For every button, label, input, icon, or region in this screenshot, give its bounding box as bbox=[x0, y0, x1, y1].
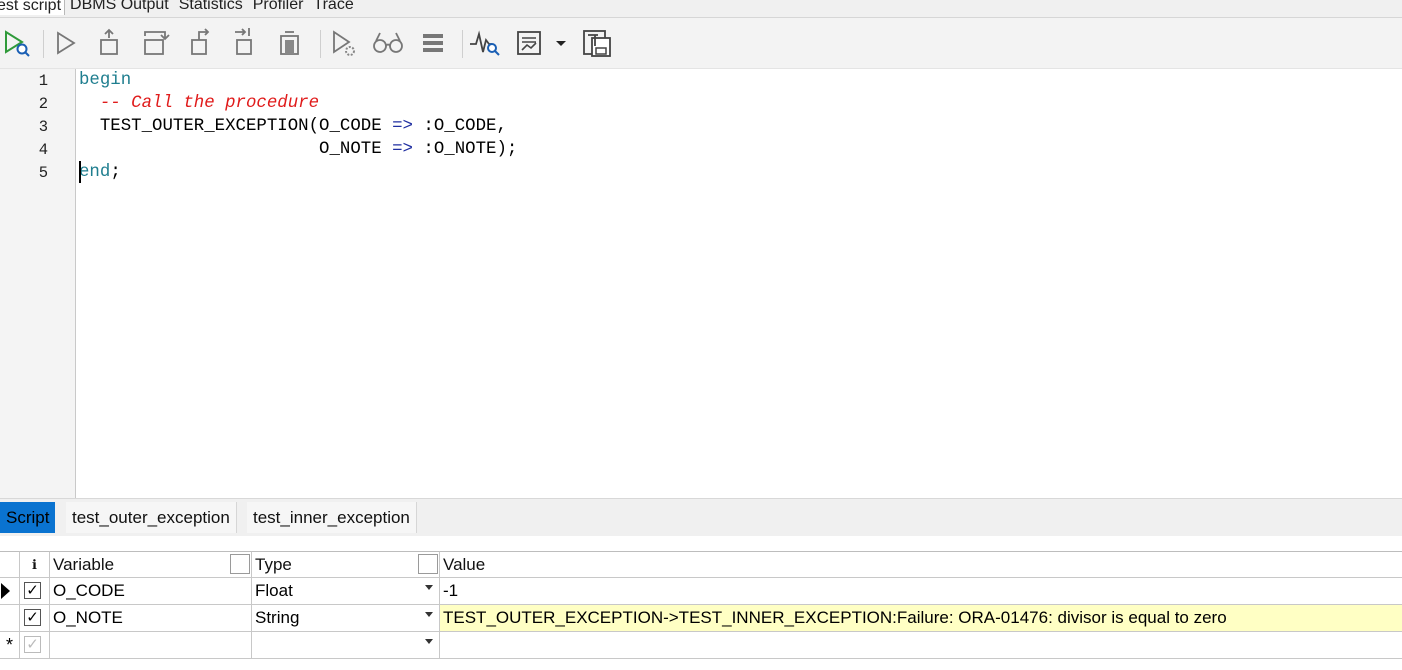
output-icon[interactable] bbox=[513, 26, 547, 60]
tab-test-outer-exception[interactable]: test_outer_exception bbox=[66, 502, 237, 533]
line-number: 5 bbox=[38, 164, 48, 182]
type-select[interactable]: String bbox=[252, 605, 440, 632]
debug-toolbar bbox=[0, 18, 1402, 69]
run-to-exception-icon[interactable] bbox=[229, 26, 263, 60]
row-checkbox-cell: ✓ bbox=[20, 578, 50, 605]
procedure-call: TEST_OUTER_EXCEPTION(O_CODE bbox=[79, 117, 393, 136]
keyword-begin: begin bbox=[79, 71, 132, 90]
dropdown-icon[interactable] bbox=[552, 26, 570, 60]
run-icon[interactable] bbox=[49, 26, 83, 60]
bind-variable: :O_CODE, bbox=[412, 117, 507, 136]
tab-test-script[interactable]: est script bbox=[0, 0, 66, 15]
line-number: 3 bbox=[38, 118, 48, 136]
run-to-cursor-icon[interactable] bbox=[273, 26, 307, 60]
chevron-down-icon[interactable] bbox=[425, 585, 433, 590]
header-label: Variable bbox=[53, 555, 115, 574]
variables-tab-bar: Script test_outer_exception test_inner_e… bbox=[0, 498, 1402, 536]
value-cell[interactable]: -1 bbox=[440, 578, 1402, 605]
variables-grid: ℹ Variable Type Value ✓ O_CODE Float -1 … bbox=[0, 551, 1402, 670]
row-checkbox[interactable]: ✓ bbox=[24, 609, 41, 626]
row-indicator[interactable] bbox=[0, 605, 20, 632]
column-header-variable[interactable]: Variable bbox=[50, 551, 252, 578]
new-row-marker: * bbox=[0, 632, 20, 659]
value-cell[interactable]: TEST_OUTER_EXCEPTION->TEST_INNER_EXCEPTI… bbox=[440, 605, 1402, 632]
chevron-down-icon[interactable] bbox=[425, 612, 433, 617]
assign-operator: => bbox=[392, 140, 413, 159]
current-row-arrow-icon bbox=[1, 583, 10, 599]
row-checkbox[interactable]: ✓ bbox=[24, 636, 41, 653]
line-number-gutter: 1 2 3 4 5 bbox=[0, 69, 76, 498]
row-checkbox[interactable]: ✓ bbox=[24, 582, 41, 599]
execute-icon[interactable] bbox=[1, 26, 35, 60]
column-header-type[interactable]: Type bbox=[252, 551, 440, 578]
line-number: 4 bbox=[38, 141, 48, 159]
chevron-down-icon[interactable] bbox=[425, 639, 433, 644]
line-number: 1 bbox=[38, 72, 48, 90]
code-comment: -- Call the procedure bbox=[79, 94, 320, 113]
value-cell[interactable] bbox=[440, 632, 1402, 659]
code-semicolon: ; bbox=[110, 163, 121, 182]
info-icon: ℹ bbox=[20, 551, 50, 578]
top-tab-bar: est script DBMS Output Statistics Profil… bbox=[0, 0, 1402, 18]
spacer bbox=[0, 536, 1402, 551]
step-out-icon[interactable] bbox=[184, 26, 218, 60]
type-value: Float bbox=[255, 581, 293, 600]
tab-statistics[interactable]: Statistics bbox=[174, 0, 248, 15]
code-line-3: TEST_OUTER_EXCEPTION(O_CODE => :O_CODE, bbox=[79, 115, 507, 138]
code-line-1: begin bbox=[79, 69, 131, 92]
assign-operator: => bbox=[392, 117, 413, 136]
keyword-end: end bbox=[79, 163, 111, 182]
row-checkbox-cell: ✓ bbox=[20, 632, 50, 659]
save-template-icon[interactable] bbox=[580, 26, 614, 60]
debug-run-icon[interactable] bbox=[327, 26, 361, 60]
tab-profiler[interactable]: Profiler bbox=[248, 0, 309, 15]
column-filter-button[interactable] bbox=[230, 554, 250, 574]
variable-cell[interactable] bbox=[50, 632, 252, 659]
type-value: String bbox=[255, 608, 300, 627]
code-line-4: O_NOTE => :O_NOTE); bbox=[79, 138, 517, 161]
row-indicator-header bbox=[0, 551, 20, 578]
sql-editor[interactable]: 1 2 3 4 5 begin -- Call the procedure TE… bbox=[0, 69, 1402, 498]
call-stack-icon[interactable] bbox=[416, 26, 450, 60]
tab-dbms-output[interactable]: DBMS Output bbox=[65, 0, 174, 15]
column-filter-button[interactable] bbox=[418, 554, 438, 574]
step-over-icon[interactable] bbox=[139, 26, 173, 60]
step-into-icon[interactable] bbox=[93, 26, 127, 60]
parameter-name: O_NOTE bbox=[79, 140, 393, 159]
bind-variable: :O_NOTE); bbox=[412, 140, 518, 159]
line-number: 2 bbox=[38, 95, 48, 113]
variable-cell[interactable]: O_CODE bbox=[50, 578, 252, 605]
header-label: Type bbox=[255, 555, 292, 574]
type-select[interactable]: Float bbox=[252, 578, 440, 605]
row-indicator[interactable] bbox=[0, 578, 20, 605]
code-line-2: -- Call the procedure bbox=[79, 92, 319, 115]
tab-script[interactable]: Script bbox=[0, 502, 56, 533]
type-select[interactable] bbox=[252, 632, 440, 659]
watch-icon[interactable] bbox=[371, 26, 405, 60]
code-line-5: end; bbox=[79, 161, 121, 184]
variable-cell[interactable]: O_NOTE bbox=[50, 605, 252, 632]
tab-trace[interactable]: Trace bbox=[308, 0, 358, 15]
row-checkbox-cell: ✓ bbox=[20, 605, 50, 632]
column-header-value[interactable]: Value bbox=[440, 551, 1402, 578]
profiler-icon[interactable] bbox=[468, 26, 502, 60]
tab-test-inner-exception[interactable]: test_inner_exception bbox=[247, 502, 417, 533]
text-cursor bbox=[79, 161, 81, 183]
